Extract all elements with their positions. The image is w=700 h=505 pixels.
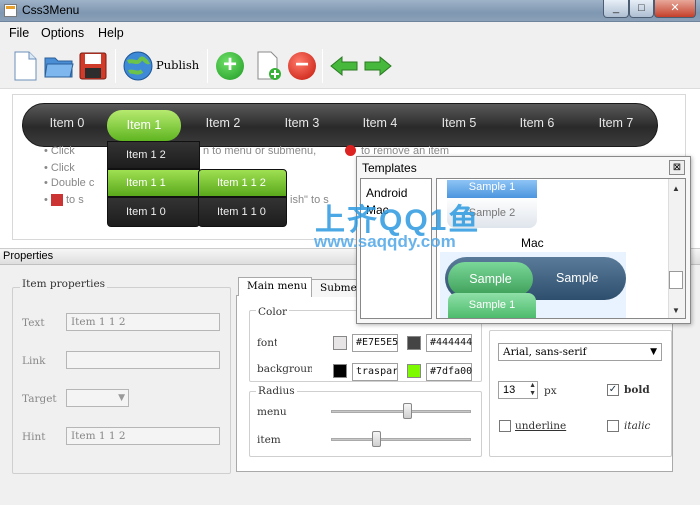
minimize-button[interactable]: _ (603, 0, 629, 18)
preview-item-3[interactable]: Item 3 (281, 116, 323, 130)
hint-line: n to menu or submenu, (203, 145, 317, 157)
preview-item-5[interactable]: Item 5 (438, 116, 480, 130)
preview-item-2[interactable]: Item 2 (202, 116, 244, 130)
text-input[interactable]: Item 1 1 2 (66, 313, 220, 331)
add-icon[interactable]: + (216, 52, 244, 80)
app-icon (4, 4, 17, 17)
target-select[interactable]: ▼ (66, 389, 129, 407)
scroll-down-icon[interactable]: ▼ (672, 306, 680, 315)
target-label: Target (22, 393, 57, 405)
item-radius-thumb[interactable] (372, 431, 382, 447)
save-icon (50, 194, 63, 207)
radius-legend: Radius (256, 385, 297, 397)
hint-line: • Click (44, 145, 75, 157)
title-bar: Css3Menu _ □ ✕ (0, 0, 700, 22)
chevron-down-icon: ▼ (118, 393, 125, 403)
preview-item-0[interactable]: Item 0 (47, 116, 87, 130)
subsubmenu-item[interactable]: Item 1 1 2 (198, 169, 287, 197)
menu-file[interactable]: File (9, 26, 29, 40)
hint-line: • to s (44, 194, 84, 207)
submenu-item[interactable]: Item 1 1 (107, 169, 200, 197)
template-sample[interactable]: Sample 1 (448, 293, 536, 318)
underline-label: underline (515, 420, 567, 432)
template-sample[interactable]: Sample (448, 262, 533, 296)
bold-checkbox[interactable]: ✓ (607, 384, 619, 396)
toolbar-separator (322, 49, 323, 83)
italic-checkbox[interactable] (607, 420, 619, 432)
globe-icon[interactable] (122, 50, 154, 82)
subsubmenu-item[interactable]: Item 1 1 0 (198, 197, 287, 227)
watermark-url: www.saqqdy.com (314, 232, 456, 251)
open-folder-icon[interactable] (43, 50, 75, 82)
template-section-title: Mac (521, 236, 544, 250)
preview-item-1[interactable]: Item 1 (107, 110, 181, 141)
templates-title: Templates (362, 161, 417, 175)
templates-scrollbar[interactable] (668, 179, 685, 318)
close-icon[interactable]: ⊠ (669, 160, 685, 175)
radius-group (249, 391, 482, 457)
add-page-icon[interactable] (252, 50, 284, 82)
underline-checkbox[interactable] (499, 420, 511, 432)
link-label: Link (22, 355, 46, 367)
submenu-item[interactable]: Item 1 0 (107, 197, 200, 227)
menu-radius-slider[interactable] (331, 410, 471, 413)
color-legend: Color (256, 306, 290, 318)
publish-button[interactable]: Publish (156, 58, 199, 72)
scroll-up-icon[interactable]: ▲ (672, 184, 680, 193)
preview-item-7[interactable]: Item 7 (595, 116, 637, 130)
toolbar: Publish + − (0, 43, 700, 89)
item-properties-legend: Item properties (20, 278, 108, 290)
toolbar-separator (207, 49, 208, 83)
remove-icon (345, 145, 356, 156)
menu-radius-thumb[interactable] (403, 403, 412, 419)
font-hover-swatch[interactable] (407, 336, 421, 350)
menu-bar: File Options Help (0, 22, 700, 43)
background-color-swatch[interactable] (333, 364, 347, 378)
text-label: Text (22, 317, 45, 329)
toolbar-separator (115, 49, 116, 83)
item-radius-slider[interactable] (331, 438, 471, 441)
submenu-item[interactable]: Item 1 2 (107, 141, 200, 169)
hint-label: Hint (22, 431, 46, 443)
font-family-select[interactable]: Arial, sans-serif ▼ (498, 343, 662, 361)
maximize-button[interactable]: □ (629, 0, 654, 18)
hint-input[interactable]: Item 1 1 2 (66, 427, 220, 445)
background-hover-hex[interactable]: #7dfa00 (426, 363, 472, 381)
font-color-label: font (257, 337, 277, 349)
background-color-label: background (257, 363, 312, 375)
hint-line: • Double c (44, 177, 95, 189)
font-hover-hex[interactable]: #444444 (426, 334, 472, 352)
font-size-unit: px (544, 385, 557, 397)
preview-item-4[interactable]: Item 4 (359, 116, 401, 130)
font-size-stepper[interactable]: 13 ▲ ▼ (498, 381, 538, 399)
bold-label: bold (624, 384, 650, 396)
menu-help[interactable]: Help (98, 26, 124, 40)
arrow-right-icon[interactable] (362, 50, 394, 82)
window-title: Css3Menu (22, 3, 80, 17)
menu-options[interactable]: Options (41, 26, 84, 40)
font-color-hex[interactable]: #E7E5E5 (352, 334, 398, 352)
close-button[interactable]: ✕ (654, 0, 696, 18)
italic-label: italic (624, 420, 651, 432)
link-input[interactable] (66, 351, 220, 369)
background-hover-swatch[interactable] (407, 364, 421, 378)
new-file-icon[interactable] (9, 50, 41, 82)
chevron-down-icon: ▼ (650, 347, 657, 357)
save-icon[interactable] (77, 50, 109, 82)
preview-item-6[interactable]: Item 6 (516, 116, 558, 130)
template-sample[interactable]: Sample (556, 271, 598, 285)
spin-arrows-icon[interactable]: ▲ ▼ (529, 382, 536, 398)
remove-icon[interactable]: − (288, 52, 316, 80)
font-color-swatch[interactable] (333, 336, 347, 350)
tab-main-menu[interactable]: Main menu (238, 277, 312, 296)
item-radius-label: item (257, 434, 281, 446)
background-color-hex[interactable]: traspar (352, 363, 398, 381)
scroll-thumb[interactable] (669, 271, 683, 289)
menu-radius-label: menu (257, 406, 287, 418)
hint-line: • Click (44, 162, 75, 174)
arrow-left-icon[interactable] (328, 50, 360, 82)
